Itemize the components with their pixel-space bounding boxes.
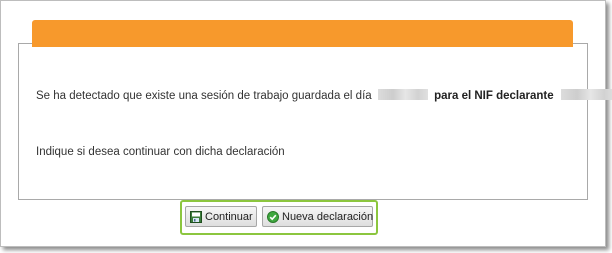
continue-button-label: Continuar [205, 210, 253, 223]
new-declaration-button[interactable]: Nueva declaración [262, 206, 373, 227]
continue-question: Indique si desea continuar con dicha dec… [36, 146, 285, 158]
session-message: Se ha detectado que existe una sesión de… [36, 89, 612, 103]
continue-button[interactable]: Continuar [185, 206, 257, 227]
redacted-date [377, 89, 428, 100]
check-circle-icon [267, 210, 279, 223]
new-declaration-button-label: Nueva declaración [282, 210, 374, 223]
button-bar-highlight: Continuar Nueva declaración [180, 200, 378, 235]
save-disk-icon [190, 210, 202, 223]
redacted-nif [560, 89, 612, 100]
session-dialog [18, 43, 588, 200]
nif-label: para el NIF declarante [434, 90, 554, 102]
session-message-text: Se ha detectado que existe una sesión de… [36, 90, 372, 102]
screenshot-frame: Se ha detectado que existe una sesión de… [0, 0, 612, 247]
dialog-header-bar [32, 20, 573, 47]
